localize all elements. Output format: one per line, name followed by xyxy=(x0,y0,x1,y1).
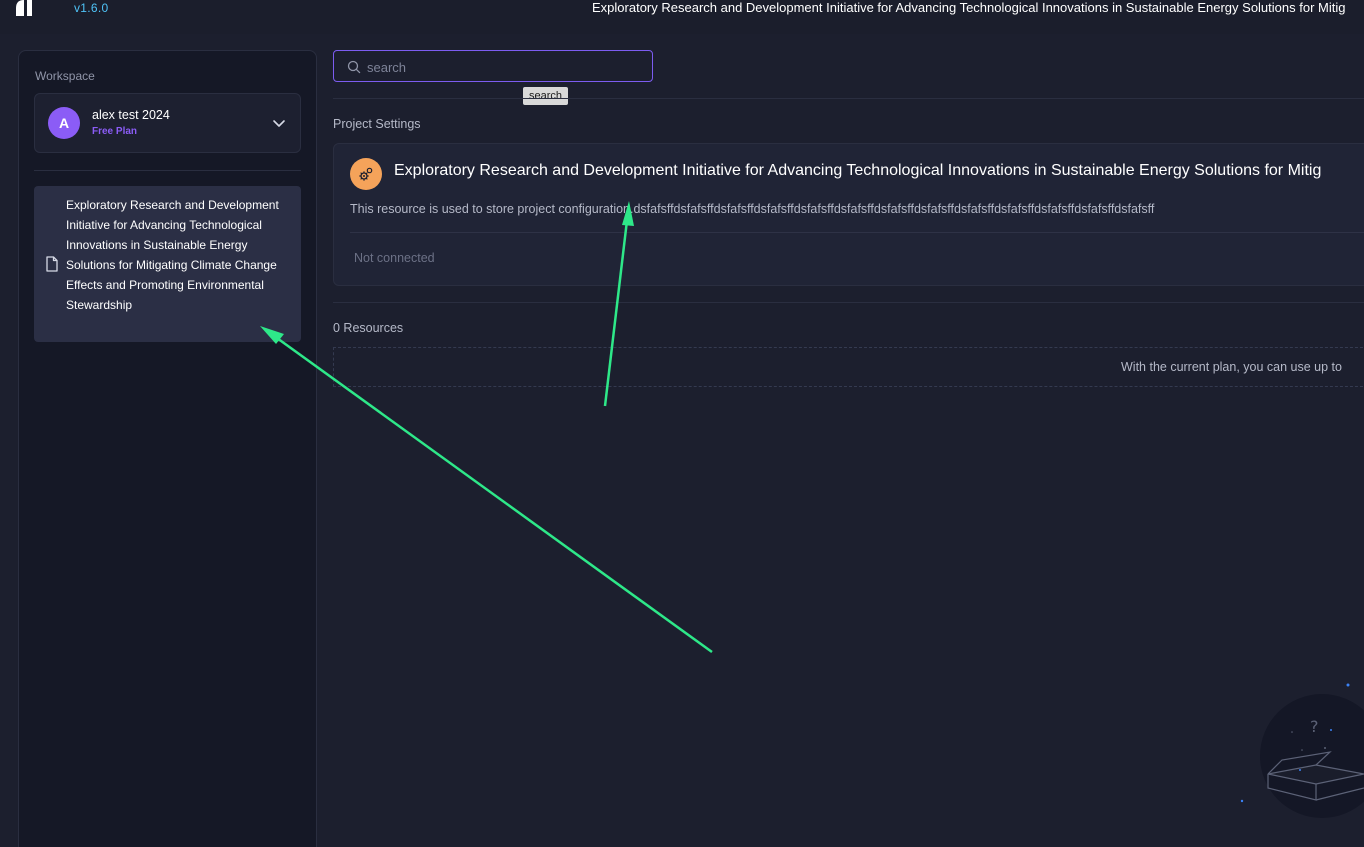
app-window: v1.6.0 Exploratory Research and Developm… xyxy=(0,0,1364,847)
workspace-name: alex test 2024 xyxy=(92,108,170,122)
resources-count-label: 0 Resources xyxy=(333,321,404,335)
app-logo-icon[interactable] xyxy=(16,0,36,16)
page-title: Exploratory Research and Development Ini… xyxy=(592,0,1346,15)
chevron-down-icon[interactable] xyxy=(272,116,286,130)
svg-text:?: ? xyxy=(1310,717,1319,736)
settings-card-description: This resource is used to store project c… xyxy=(350,202,1155,216)
search-tooltip: search xyxy=(523,87,569,105)
document-icon xyxy=(46,256,58,272)
settings-card-title: Exploratory Research and Development Ini… xyxy=(394,162,1322,179)
search-icon xyxy=(347,60,361,74)
sidebar-divider xyxy=(34,170,301,171)
divider xyxy=(333,98,1364,99)
connection-status: Not connected xyxy=(354,251,435,265)
top-bar: v1.6.0 Exploratory Research and Developm… xyxy=(0,0,1364,34)
search-input[interactable] xyxy=(367,57,637,77)
workspace-plan-badge: Free Plan xyxy=(92,126,138,137)
workspace-selector[interactable]: A alex test 2024 Free Plan xyxy=(34,93,301,153)
project-settings-label: Project Settings xyxy=(333,117,421,131)
card-divider xyxy=(350,232,1364,233)
empty-box-illustration-icon: ? xyxy=(1240,683,1364,818)
sidebar-item-project[interactable]: Exploratory Research and Development Ini… xyxy=(34,186,301,342)
workspace-label: Workspace xyxy=(35,69,95,83)
settings-gears-icon xyxy=(350,158,382,190)
avatar: A xyxy=(48,107,80,139)
sidebar-item-label: Exploratory Research and Development Ini… xyxy=(66,198,279,312)
search-box[interactable] xyxy=(333,50,653,82)
plan-limit-note: With the current plan, you can use up to xyxy=(1121,360,1342,374)
version-label: v1.6.0 xyxy=(74,1,109,15)
sidebar: Workspace A alex test 2024 Free Plan Exp… xyxy=(18,50,317,847)
project-settings-card[interactable]: Exploratory Research and Development Ini… xyxy=(333,143,1364,286)
divider xyxy=(333,302,1364,303)
